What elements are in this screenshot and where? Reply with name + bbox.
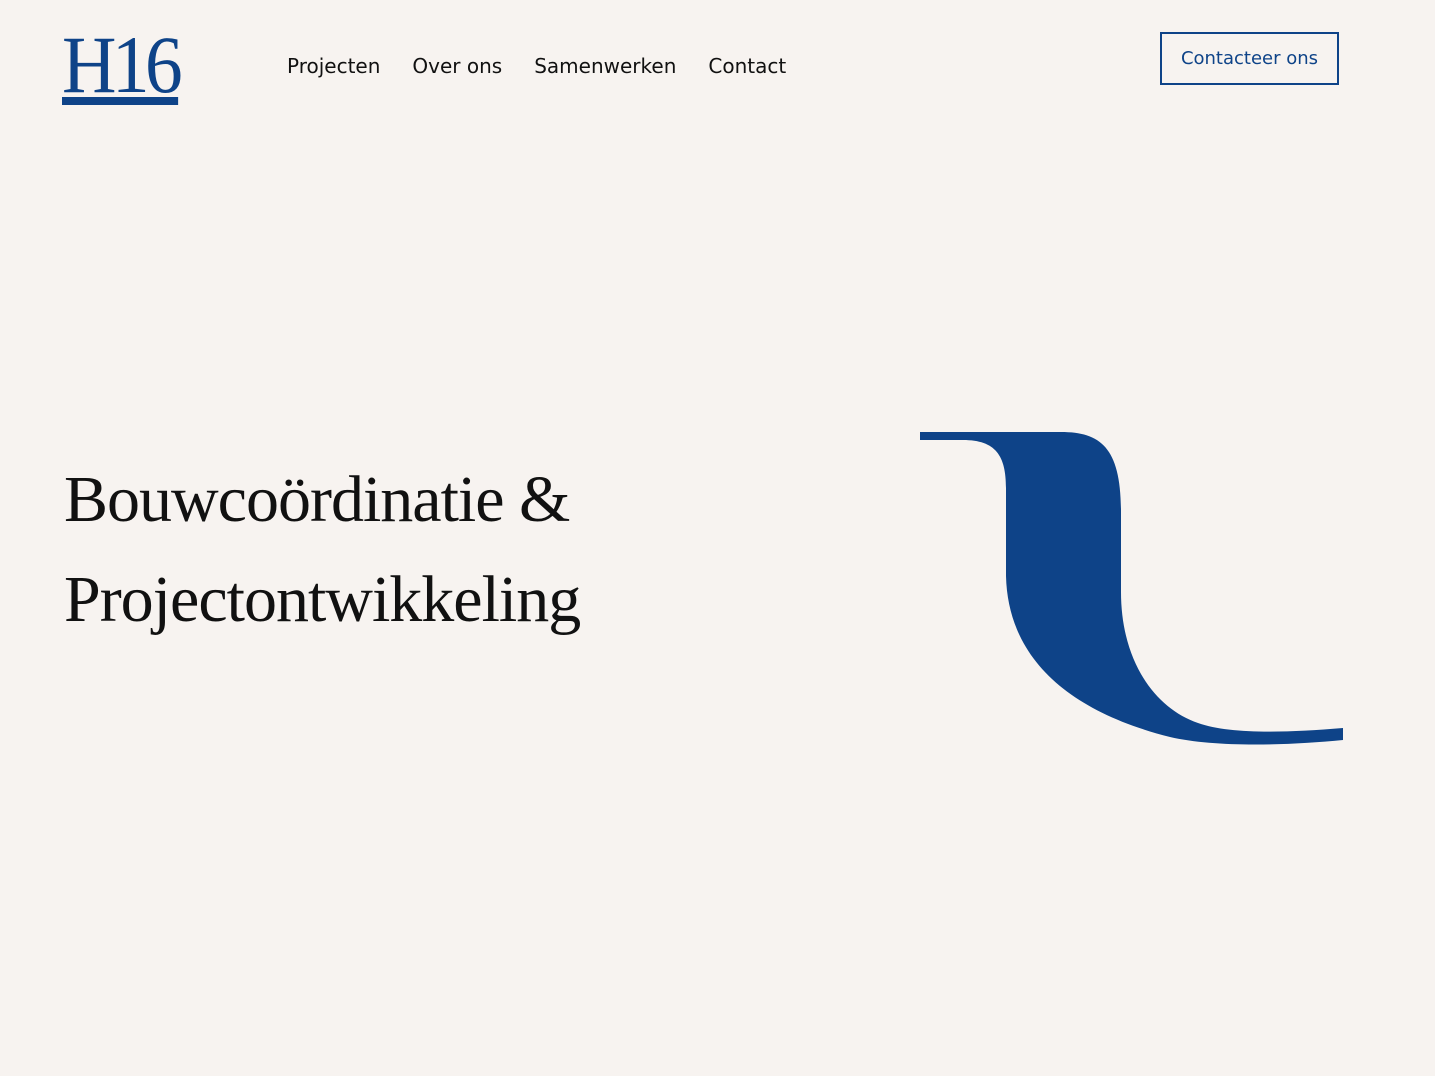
page-title: Bouwcoördinatie & Projectontwikkeling — [64, 450, 581, 650]
nav-item-contact[interactable]: Contact — [708, 53, 786, 79]
logo[interactable]: H16 — [62, 24, 183, 106]
decorative-wave-shape — [920, 432, 1343, 745]
nav-item-samenwerken[interactable]: Samenwerken — [534, 53, 676, 79]
site-header: H16 Projecten Over ons Samenwerken Conta… — [0, 0, 1435, 120]
main-navigation: Projecten Over ons Samenwerken Contact — [287, 53, 786, 79]
contact-button[interactable]: Contacteer ons — [1160, 32, 1339, 85]
nav-item-projecten[interactable]: Projecten — [287, 53, 380, 79]
nav-item-over-ons[interactable]: Over ons — [412, 53, 502, 79]
decorative-wave-path — [920, 432, 1343, 745]
hero-title-line-2: Projectontwikkeling — [64, 563, 581, 636]
hero-title-line-1: Bouwcoördinatie & — [64, 463, 570, 536]
